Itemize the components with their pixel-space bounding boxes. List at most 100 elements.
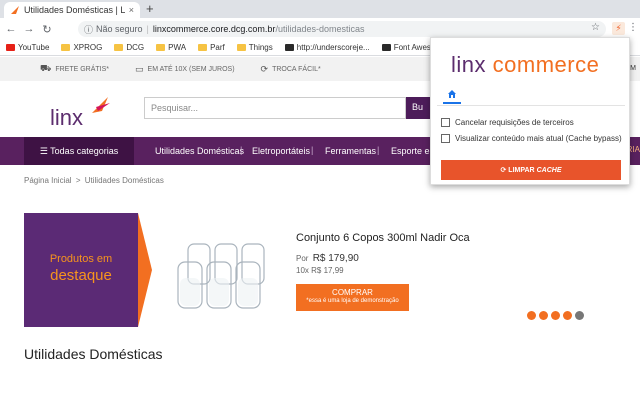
bookmark-item[interactable]: PWA <box>156 43 186 52</box>
carousel-dot[interactable] <box>575 311 584 320</box>
all-categories-button[interactable]: ☰ Todas categorias <box>24 137 134 165</box>
linx-favicon-icon <box>11 6 19 14</box>
bookmark-item[interactable]: http://underscoreje... <box>284 43 370 52</box>
breadcrumb-home[interactable]: Página Inicial <box>24 176 72 185</box>
nav-separator: | <box>311 145 314 155</box>
bookmark-star-icon[interactable]: ☆ <box>591 22 600 33</box>
refresh-icon: ⟳ <box>260 63 269 74</box>
forward-icon[interactable]: → <box>22 23 36 35</box>
search-input[interactable]: Pesquisar... <box>144 97 406 119</box>
bookmark-item[interactable]: Things <box>236 43 273 52</box>
home-tab[interactable] <box>443 86 461 104</box>
topbar-label: EM ATÉ 10X (SEM JUROS) <box>147 65 235 73</box>
logo-text: linx <box>50 105 83 130</box>
new-tab-button[interactable]: + <box>146 2 154 16</box>
browser-menu-icon[interactable]: ⋮ <box>628 22 638 33</box>
carousel-dot[interactable] <box>551 311 560 320</box>
product-price: Por R$ 179,90 <box>296 253 359 264</box>
carousel-dots <box>527 311 587 320</box>
bookmark-label: DCG <box>126 43 145 52</box>
extension-popup: linx commerce Cancelar requisições de te… <box>430 37 630 185</box>
nav-item-eletroportateis[interactable]: Eletroportáteis <box>252 146 310 156</box>
browser-tab[interactable]: Utilidades Domésticas | Linx Com × <box>4 2 140 18</box>
product-name[interactable]: Conjunto 6 Copos 300ml Nadir Oca <box>296 232 470 244</box>
featured-arrow-icon <box>138 213 152 327</box>
price-value: R$ 179,90 <box>312 253 359 264</box>
tab-strip: Utilidades Domésticas | Linx Com × + <box>0 0 640 18</box>
carousel-dot[interactable] <box>539 311 548 320</box>
home-icon <box>448 90 456 98</box>
option-cache-bypass[interactable]: Visualizar conteúdo mais atual (Cache by… <box>441 134 622 143</box>
bookmark-item[interactable]: Parf <box>198 43 225 52</box>
clear-button-suffix: CACHE <box>536 166 562 174</box>
security-label: Não seguro <box>96 24 143 34</box>
bookmark-item[interactable]: XPROG <box>61 43 102 52</box>
popup-logo-linx: linx <box>451 52 487 77</box>
price-prefix: Por <box>296 254 309 263</box>
popup-logo-commerce: commerce <box>492 52 600 77</box>
section-title: Utilidades Domésticas <box>24 346 163 362</box>
address-separator: | <box>146 24 149 34</box>
popup-logo: linx commerce <box>451 52 599 78</box>
bookmark-label: http://underscoreje... <box>296 43 370 52</box>
topbar-free-shipping: ⛟ FRETE GRÁTIS* <box>40 63 109 75</box>
refresh-icon: ⟳ <box>500 167 509 174</box>
bookmark-item[interactable]: YouTube <box>6 43 49 52</box>
nav-separator: | <box>377 145 380 155</box>
address-host: linxcommerce.core.dcg.com.br <box>152 24 276 34</box>
bookmark-label: YouTube <box>18 43 50 52</box>
carousel-dot[interactable] <box>563 311 572 320</box>
featured-line1: Produtos em <box>49 253 113 265</box>
nav-item-utilidades[interactable]: Utilidades Domésticas <box>155 146 244 156</box>
option-cancel-third-party[interactable]: Cancelar requisições de terceiros <box>441 118 574 127</box>
folder-icon <box>61 44 71 51</box>
info-icon[interactable]: ⓘ <box>84 23 93 36</box>
topbar-label: FRETE GRÁTIS* <box>55 65 110 73</box>
checkbox[interactable] <box>441 134 450 143</box>
bookmark-label: XPROG <box>73 43 103 52</box>
bookmark-label: Parf <box>210 43 225 52</box>
checkbox[interactable] <box>441 118 450 127</box>
bookmark-label: Things <box>248 43 273 52</box>
linx-extension-icon[interactable]: ⚡ <box>612 22 625 35</box>
bookmark-label: PWA <box>168 43 187 52</box>
popup-divider <box>437 105 625 106</box>
option-label: Cancelar requisições de terceiros <box>455 118 574 127</box>
fontawesome-icon <box>381 44 391 51</box>
truck-icon: ⛟ <box>40 63 52 73</box>
folder-icon <box>156 44 166 51</box>
card-icon: ▭ <box>135 63 144 74</box>
tab-close-icon[interactable]: × <box>129 5 134 15</box>
topbar-label: TROCA FÁCIL* <box>272 65 321 73</box>
linx-logo[interactable]: linx <box>48 91 118 131</box>
buy-label: COMPRAR <box>332 288 373 297</box>
breadcrumb-separator: > <box>75 176 81 185</box>
youtube-icon <box>6 44 15 51</box>
folder-icon <box>114 44 124 51</box>
buy-button[interactable]: COMPRAR *essa é uma loja de demonstração <box>296 284 409 311</box>
clear-button-label: LIMPAR <box>508 166 535 174</box>
nav-item-ferramentas[interactable]: Ferramentas <box>325 146 376 156</box>
nav-separator: | <box>240 145 243 155</box>
tab-title: Utilidades Domésticas | Linx Com <box>24 5 125 15</box>
folder-icon <box>236 44 246 51</box>
buy-note: *essa é uma loja de demonstração <box>306 298 399 304</box>
option-label: Visualizar conteúdo mais atual (Cache by… <box>455 134 622 143</box>
page-icon <box>284 44 294 51</box>
topbar-installments: ▭ EM ATÉ 10X (SEM JUROS) <box>135 64 235 75</box>
topbar-right-fragment[interactable]: M <box>630 65 636 72</box>
clear-cache-button[interactable]: ⟳ LIMPAR CACHE <box>441 160 621 180</box>
back-icon[interactable]: ← <box>4 23 18 35</box>
topbar-easy-exchange: ⟳ TROCA FÁCIL* <box>261 64 321 75</box>
featured-line2: destaque <box>50 267 112 284</box>
address-path: /utilidades-domesticas <box>275 24 365 34</box>
product-image[interactable] <box>170 218 286 328</box>
product-installments: 10x R$ 17,99 <box>296 266 344 275</box>
bookmark-item[interactable]: DCG <box>114 43 144 52</box>
reload-icon[interactable]: ↻ <box>40 23 54 36</box>
featured-banner: Produtos em destaque <box>24 213 138 327</box>
breadcrumb-current: Utilidades Domésticas <box>84 176 164 185</box>
address-bar[interactable]: ⓘ Não seguro | linxcommerce.core.dcg.com… <box>78 21 606 37</box>
carousel-dot[interactable] <box>527 311 536 320</box>
folder-icon <box>198 44 208 51</box>
